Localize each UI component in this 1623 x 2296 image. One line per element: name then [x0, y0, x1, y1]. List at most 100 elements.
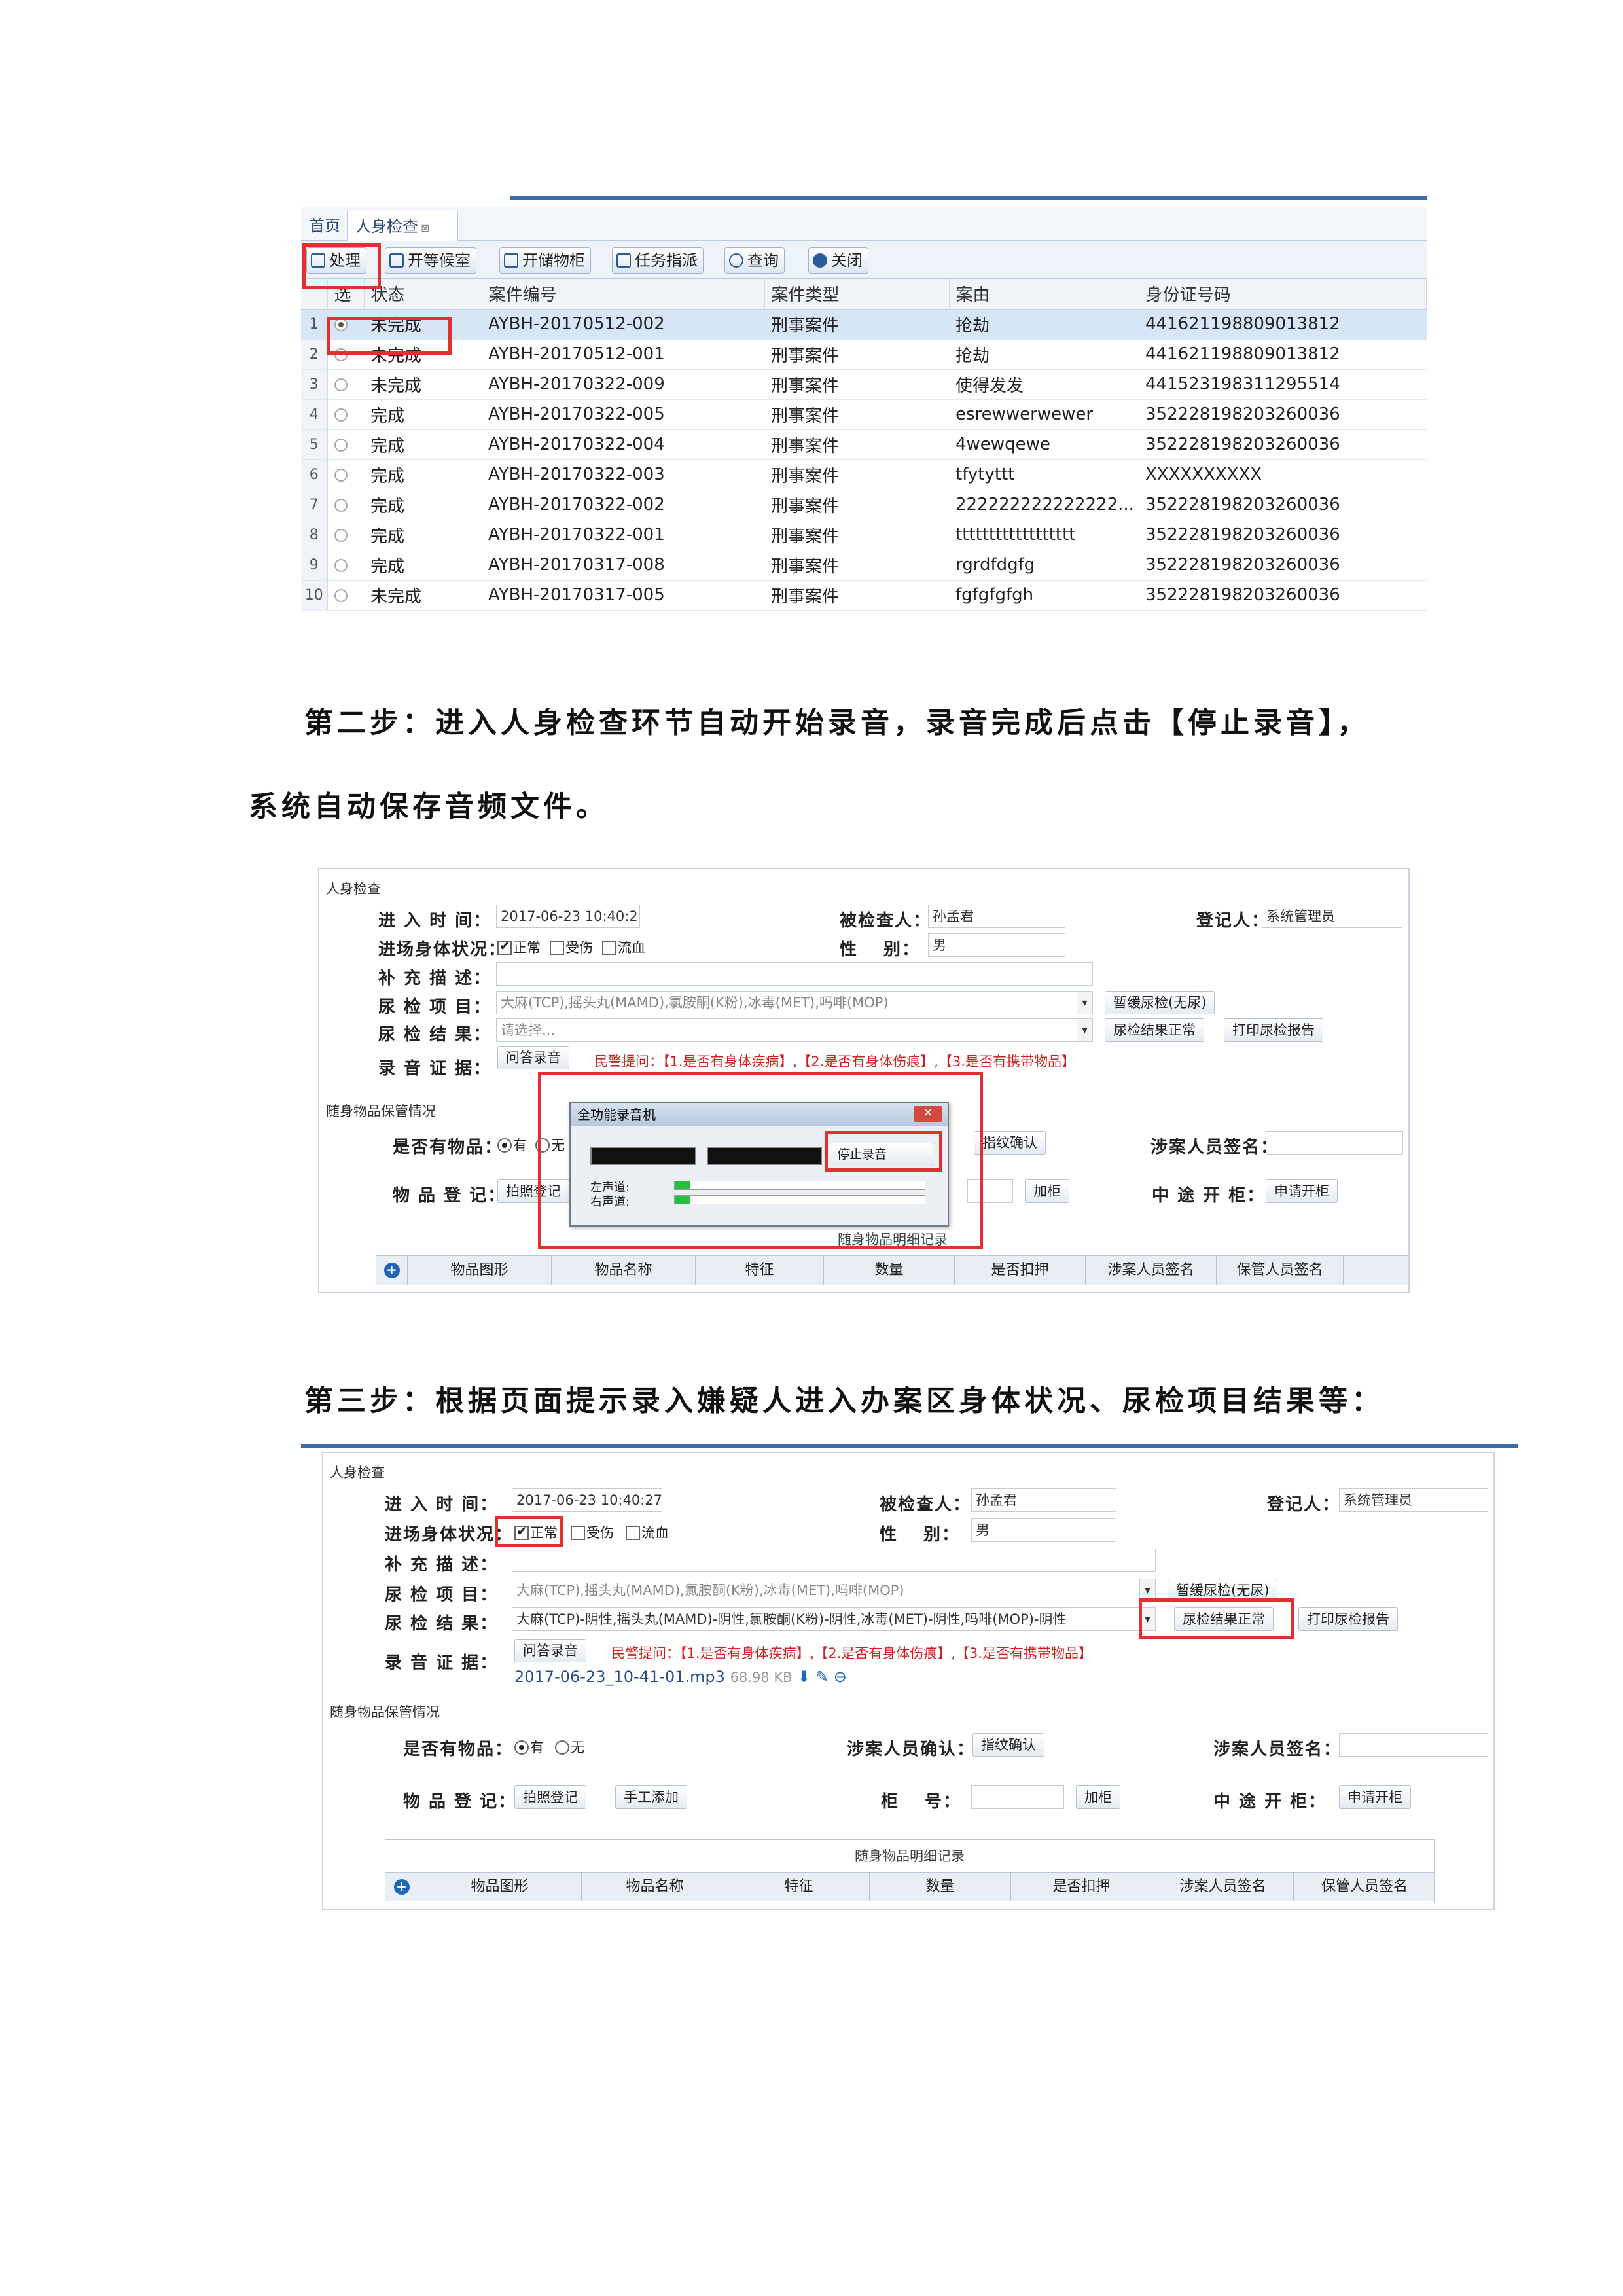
close-icon[interactable]: ⊠ [421, 222, 429, 234]
qa-record-button[interactable]: 问答录音 [514, 1639, 586, 1662]
col-reason: 案由 [949, 279, 1139, 310]
grid-col: 保管人员签名 [1217, 1256, 1344, 1285]
audio-file-link[interactable]: 2017-06-23_10-41-01.mp3 68.98 KB ⬇ ✎ ⊖ [514, 1668, 847, 1686]
gender-field[interactable]: 男 [928, 933, 1065, 957]
checkbox-icon[interactable] [602, 941, 616, 955]
question-hint: 民警提问：【1.是否有身体疾病】,【2.是否有身体伤痕】,【3.是否有携带物品】 [611, 1645, 1092, 1661]
edit-icon[interactable]: ✎ [815, 1668, 829, 1686]
section-title: 人身检查 [330, 1465, 385, 1480]
person-sign-field[interactable] [1339, 1733, 1488, 1757]
manual-add-button[interactable]: 手工添加 [615, 1785, 687, 1809]
urine-items-select[interactable]: 大麻(TCP),摇头丸(MAMD),氯胺酮(K粉),冰毒(MET),吗啡(MOP… [512, 1579, 1156, 1602]
supplement-field[interactable] [512, 1549, 1156, 1572]
qa-record-button[interactable]: 问答录音 [497, 1046, 569, 1069]
table-row[interactable]: 5 完成 AYBH-20170322-004 刑事案件 4wewqewe 35222819… [301, 429, 1427, 460]
open-waiting-room-button[interactable]: 开等候室 [385, 247, 476, 274]
add-row[interactable]: + [385, 1873, 418, 1901]
grid-col: 物品名称 [552, 1256, 696, 1285]
row-id: 352228198203260036 [1139, 429, 1427, 460]
section-title-items: 随身物品保管情况 [330, 1704, 440, 1720]
table-row[interactable]: 2 未完成 AYBH-20170512-001 刑事案件 抢劫 4416211988090… [301, 339, 1427, 370]
registrar-field[interactable]: 系统管理员 [1262, 905, 1402, 928]
radio-icon[interactable] [497, 1138, 512, 1153]
print-urine-button[interactable]: 打印尿检报告 [1224, 1018, 1323, 1042]
enter-time-field[interactable]: 2017-06-23 10:40:27 [496, 905, 640, 928]
row-reason: 使得发发 [949, 369, 1139, 400]
gender-field[interactable]: 男 [971, 1518, 1116, 1542]
defer-urine-button[interactable]: 暂缓尿检(无尿) [1105, 991, 1215, 1014]
radio-yes[interactable]: 有 [497, 1135, 527, 1155]
close-button[interactable]: 关闭 [808, 247, 868, 274]
registrar-field[interactable]: 系统管理员 [1339, 1488, 1488, 1512]
table-row[interactable]: 10 未完成 AYBH-20170317-005 刑事案件 fgfgfgfgh 35222… [301, 580, 1427, 611]
grid-col: 数量 [824, 1256, 955, 1285]
open-locker-button[interactable]: 开储物柜 [499, 247, 591, 274]
radio-icon[interactable] [334, 559, 348, 572]
chevron-down-icon[interactable]: ▾ [1077, 1019, 1092, 1041]
audio-file-name[interactable]: 2017-06-23_10-41-01.mp3 [514, 1668, 725, 1686]
supplement-field[interactable] [496, 962, 1093, 986]
query-button[interactable]: 查询 [724, 247, 785, 274]
checkbox-icon[interactable] [497, 938, 512, 955]
check-normal[interactable]: 正常 [497, 937, 541, 957]
radio-icon[interactable] [514, 1740, 529, 1755]
urine-result-select[interactable]: 请选择... ▾ [496, 1018, 1093, 1042]
table-row[interactable]: 3 未完成 AYBH-20170322-009 刑事案件 使得发发 44152319831… [301, 369, 1427, 400]
lock-button[interactable]: 加柜 [1025, 1179, 1069, 1203]
add-icon[interactable]: + [393, 1879, 410, 1895]
urine-result-select[interactable]: 大麻(TCP)-阴性,摇头丸(MAMD)-阴性,氯胺酮(K粉)-阴性,冰毒(ME… [512, 1607, 1156, 1631]
radio-icon[interactable] [334, 378, 348, 391]
row-case-no: AYBH-20170317-008 [482, 550, 764, 581]
table-row[interactable]: 9 完成 AYBH-20170317-008 刑事案件 rgrdfdgfg 3522281… [301, 550, 1427, 581]
urine-items-select[interactable]: 大麻(TCP),摇头丸(MAMD),氯胺酮(K粉),冰毒(MET),吗啡(MOP… [496, 991, 1093, 1014]
delete-icon[interactable]: ⊖ [834, 1668, 847, 1686]
row-id: 441621198809013812 [1139, 309, 1427, 340]
check-injured[interactable]: 受伤 [571, 1522, 614, 1542]
inspected-field[interactable]: 孙孟君 [928, 905, 1065, 928]
row-status: 完成 [364, 399, 482, 430]
apply-open-button[interactable]: 申请开柜 [1339, 1785, 1411, 1809]
check-bleeding[interactable]: 流血 [602, 937, 645, 957]
person-sign-field[interactable] [1266, 1131, 1403, 1155]
check-injured[interactable]: 受伤 [550, 937, 593, 957]
assign-task-button[interactable]: 任务指派 [612, 247, 704, 274]
add-row[interactable]: + [376, 1256, 408, 1285]
has-items-label: 是否有物品： [403, 1740, 514, 1759]
table-row[interactable]: 8 完成 AYBH-20170322-001 刑事案件 tttttttttttttttt… [301, 520, 1427, 550]
checkbox-icon[interactable] [550, 941, 564, 955]
radio-icon[interactable] [334, 439, 348, 452]
fingerprint-button[interactable]: 指纹确认 [974, 1131, 1046, 1155]
radio-icon[interactable] [555, 1740, 569, 1755]
fingerprint-button[interactable]: 指纹确认 [972, 1733, 1044, 1757]
table-row[interactable]: 1 未完成 AYBH-20170512-002 刑事案件 抢劫 4416211988090… [301, 309, 1427, 340]
cabinet-no-field[interactable] [971, 1785, 1064, 1809]
add-icon[interactable]: + [383, 1263, 400, 1278]
section-title: 人身检查 [326, 881, 381, 897]
table-row[interactable]: 6 完成 AYBH-20170322-003 刑事案件 tfytyttt XXXXXXXX… [301, 459, 1427, 490]
radio-no[interactable]: 无 [555, 1737, 584, 1757]
apply-open-button[interactable]: 申请开柜 [1266, 1179, 1338, 1203]
lock-button[interactable]: 加柜 [1076, 1785, 1120, 1809]
enter-time-field[interactable]: 2017-06-23 10:40:27 [512, 1488, 662, 1512]
table-row[interactable]: 4 完成 AYBH-20170322-005 刑事案件 esrewwerwewer 352… [301, 399, 1427, 430]
chevron-down-icon[interactable]: ▾ [1077, 992, 1092, 1014]
tab-home[interactable]: 首页 [301, 211, 348, 241]
radio-icon[interactable] [334, 408, 348, 422]
checkbox-icon[interactable] [571, 1526, 585, 1540]
person-check-form-recording: 人身检查 进 入 时 间： 2017-06-23 10:40:27 被检查人： … [318, 868, 1410, 1293]
checkbox-icon[interactable] [626, 1526, 640, 1540]
download-icon[interactable]: ⬇ [797, 1668, 810, 1686]
print-urine-button[interactable]: 打印尿检报告 [1298, 1607, 1398, 1631]
urine-normal-button[interactable]: 尿检结果正常 [1105, 1018, 1204, 1042]
photo-reg-button[interactable]: 拍照登记 [514, 1785, 586, 1809]
check-bleeding[interactable]: 流血 [626, 1522, 669, 1542]
radio-yes[interactable]: 有 [514, 1737, 544, 1757]
radio-icon[interactable] [334, 589, 348, 602]
table-row[interactable]: 7 完成 AYBH-20170322-002 刑事案件 222222222222222.… [301, 490, 1427, 520]
radio-icon[interactable] [334, 529, 348, 542]
radio-icon[interactable] [334, 469, 348, 482]
inspected-field[interactable]: 孙孟君 [971, 1488, 1116, 1512]
grid-col: 物品图形 [418, 1873, 582, 1901]
tab-person-check[interactable]: 人身检查 ⊠ [347, 211, 458, 241]
radio-icon[interactable] [334, 499, 348, 512]
